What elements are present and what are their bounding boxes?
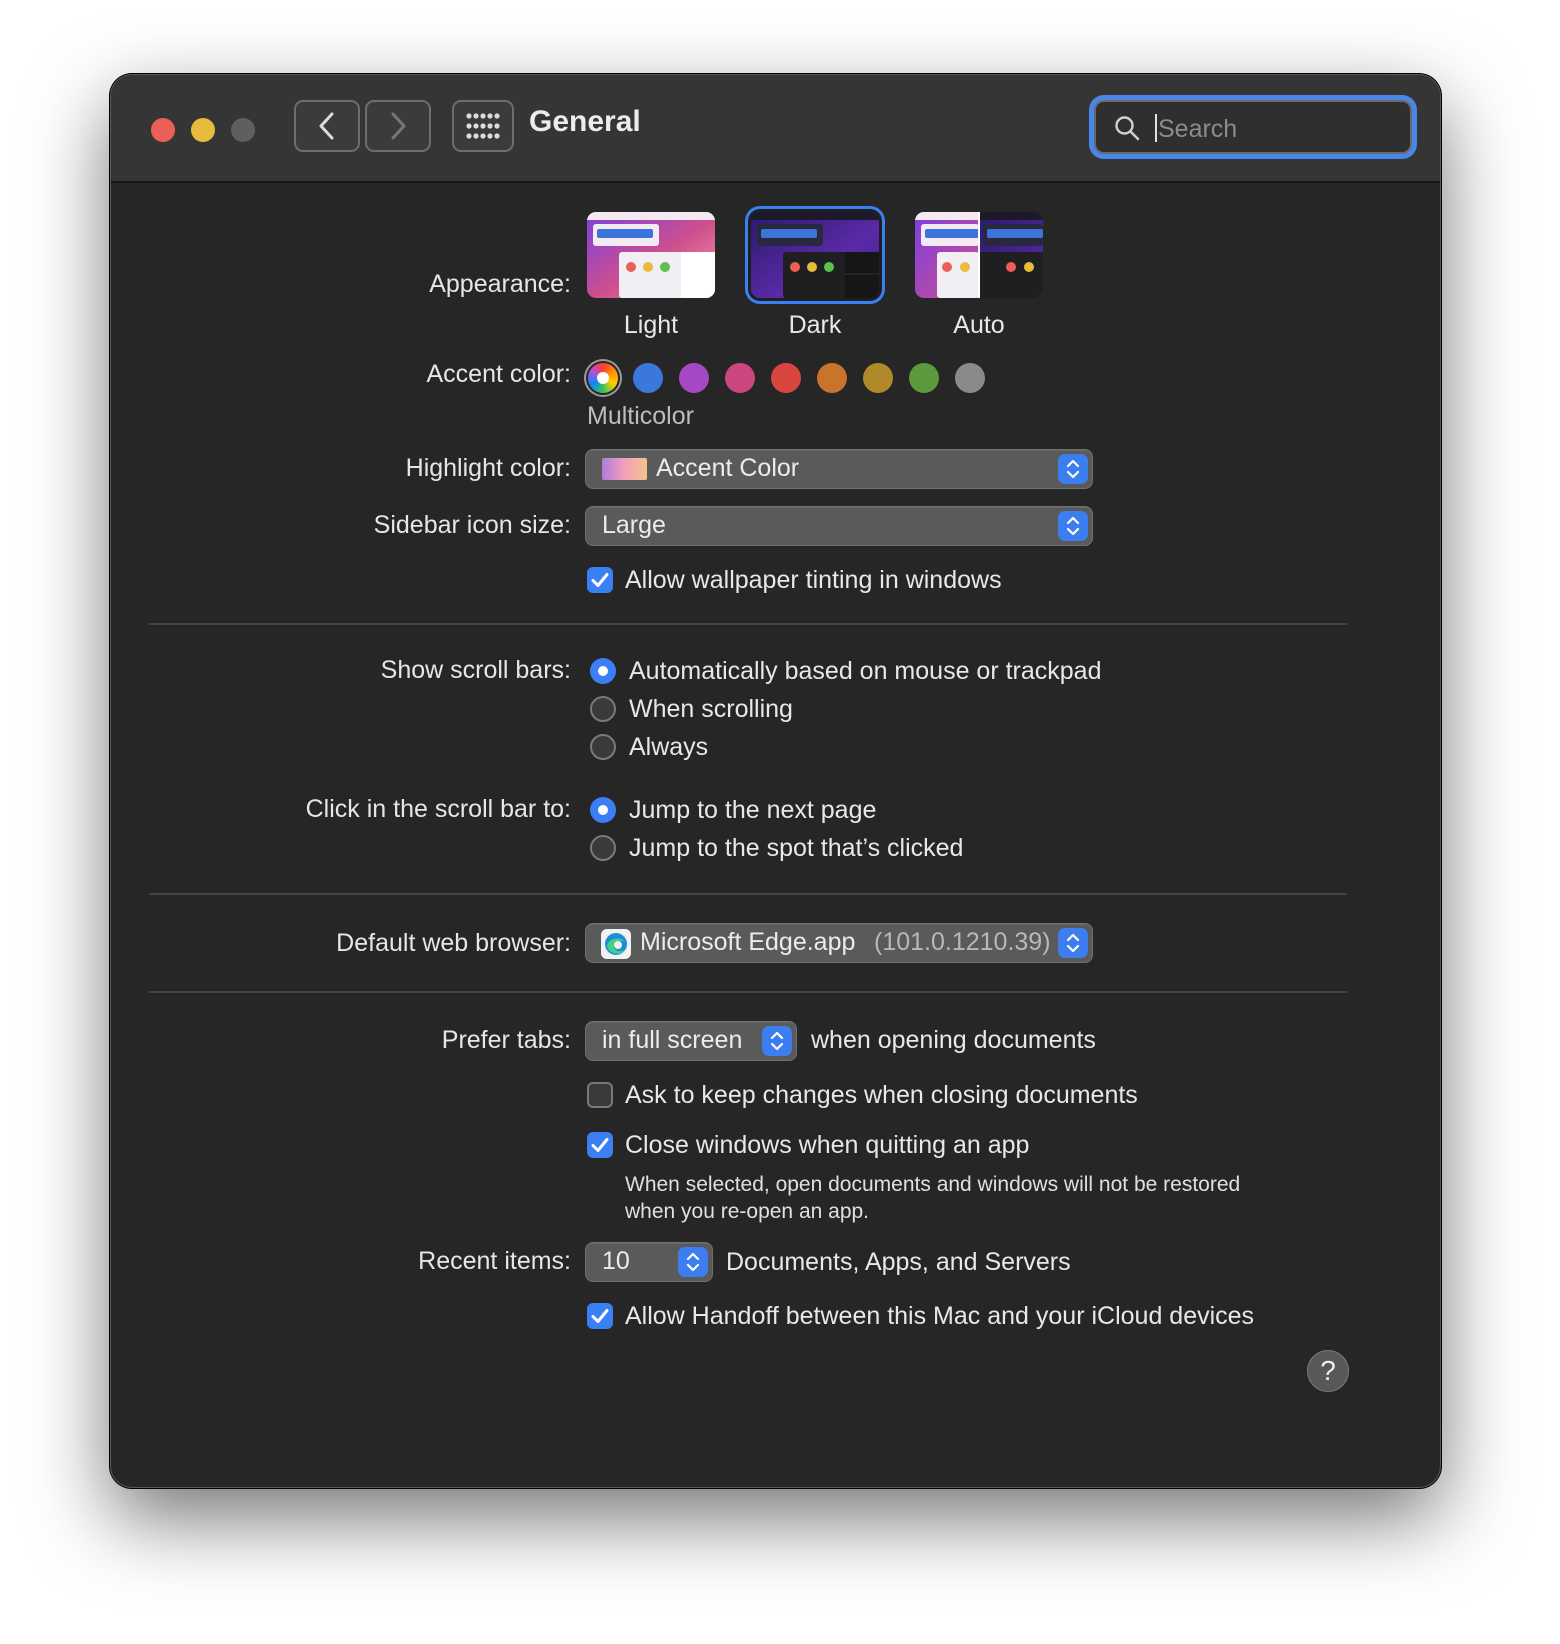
default-browser-popup[interactable]: Microsoft Edge.app (101.0.1210.39) xyxy=(585,923,1093,963)
search-field[interactable] xyxy=(1094,100,1412,154)
click-scroll-next-page-radio[interactable] xyxy=(590,797,616,823)
stepper-arrows-icon xyxy=(1058,928,1088,958)
appearance-light-label: Light xyxy=(623,311,679,339)
checkmark-icon xyxy=(591,573,609,587)
chevron-left-icon xyxy=(319,112,334,140)
wallpaper-tinting-label: Allow wallpaper tinting in windows xyxy=(625,566,1002,594)
checkmark-icon xyxy=(591,1138,609,1152)
appearance-auto-label: Auto xyxy=(953,311,1005,339)
scroll-bars-when-scrolling-radio[interactable] xyxy=(590,696,616,722)
click-scroll-spot-clicked-radio[interactable] xyxy=(590,835,616,861)
stepper-arrows-icon xyxy=(1058,511,1088,541)
edge-browser-icon xyxy=(601,929,631,959)
stepper-arrows-icon xyxy=(762,1026,792,1056)
accent-multicolor-swatch[interactable] xyxy=(588,363,618,393)
close-windows-checkbox[interactable] xyxy=(587,1132,613,1158)
appearance-auto-thumbnail[interactable] xyxy=(915,212,1043,298)
show-scroll-bars-label: Show scroll bars: xyxy=(380,656,571,684)
accent-pink-swatch[interactable] xyxy=(725,363,755,393)
accent-orange-swatch[interactable] xyxy=(817,363,847,393)
appearance-dark-thumbnail[interactable] xyxy=(751,212,879,298)
accent-yellow-swatch[interactable] xyxy=(863,363,893,393)
recent-items-value: 10 xyxy=(602,1247,630,1275)
zoom-window-button[interactable] xyxy=(231,118,255,142)
click-scroll-bar-label: Click in the scroll bar to: xyxy=(305,795,571,823)
section-divider xyxy=(149,991,1347,993)
sidebar-icon-size-value: Large xyxy=(602,511,666,539)
scroll-bars-always-label: Always xyxy=(629,733,709,761)
minimize-window-button[interactable] xyxy=(191,118,215,142)
prefer-tabs-value: in full screen xyxy=(602,1026,743,1054)
default-browser-app: Microsoft Edge.app xyxy=(640,928,856,956)
accent-purple-swatch[interactable] xyxy=(679,363,709,393)
show-all-button[interactable] xyxy=(452,100,514,152)
grid-icon xyxy=(466,113,500,139)
scroll-bars-when-scrolling-label: When scrolling xyxy=(629,695,793,723)
dark-preview-icon xyxy=(751,212,879,298)
scroll-bars-automatic-radio[interactable] xyxy=(590,658,616,684)
handoff-checkbox[interactable] xyxy=(587,1303,613,1329)
recent-items-suffix: Documents, Apps, and Servers xyxy=(726,1248,1071,1276)
prefer-tabs-suffix: when opening documents xyxy=(811,1026,1096,1054)
search-icon xyxy=(1115,116,1140,141)
ask-keep-changes-label: Ask to keep changes when closing documen… xyxy=(625,1081,1138,1109)
section-divider xyxy=(149,623,1347,625)
default-browser-label: Default web browser: xyxy=(336,929,571,957)
system-preferences-window: General Appearance: xyxy=(110,74,1441,1488)
scroll-bars-automatic-label: Automatically based on mouse or trackpad xyxy=(629,657,1102,685)
stepper-arrows-icon xyxy=(678,1247,708,1277)
chevron-right-icon xyxy=(391,112,406,140)
stepper-arrows-icon xyxy=(1058,454,1088,484)
highlight-color-popup[interactable]: Accent Color xyxy=(585,449,1093,489)
highlight-color-label: Highlight color: xyxy=(405,454,571,482)
search-input[interactable] xyxy=(1156,110,1400,148)
title-bar: General xyxy=(111,75,1440,183)
close-windows-note-line2: when you re-open an app. xyxy=(625,1200,870,1223)
accent-red-swatch[interactable] xyxy=(771,363,801,393)
prefer-tabs-label: Prefer tabs: xyxy=(441,1026,571,1054)
wallpaper-tinting-checkbox[interactable] xyxy=(587,567,613,593)
sidebar-icon-size-label: Sidebar icon size: xyxy=(373,511,571,539)
sidebar-icon-size-popup[interactable]: Large xyxy=(585,506,1093,546)
click-scroll-spot-clicked-label: Jump to the spot that’s clicked xyxy=(629,834,964,862)
checkmark-icon xyxy=(591,1309,609,1323)
accent-selected-name: Multicolor xyxy=(587,402,694,430)
window-title: General xyxy=(529,105,641,138)
close-window-button[interactable] xyxy=(151,118,175,142)
appearance-dark-label: Dark xyxy=(788,311,842,339)
forward-button[interactable] xyxy=(365,100,431,152)
handoff-label: Allow Handoff between this Mac and your … xyxy=(625,1302,1255,1330)
accent-blue-swatch[interactable] xyxy=(633,363,663,393)
close-windows-label: Close windows when quitting an app xyxy=(625,1131,1030,1159)
close-windows-note-line1: When selected, open documents and window… xyxy=(625,1173,1241,1196)
highlight-color-swatch xyxy=(602,458,647,480)
accent-color-label: Accent color: xyxy=(426,360,571,388)
recent-items-label: Recent items: xyxy=(418,1247,571,1275)
back-button[interactable] xyxy=(294,100,360,152)
recent-items-popup[interactable]: 10 xyxy=(585,1242,713,1282)
scroll-bars-always-radio[interactable] xyxy=(590,734,616,760)
light-preview-icon xyxy=(587,212,715,298)
section-divider xyxy=(149,893,1347,895)
help-button[interactable]: ? xyxy=(1307,1350,1349,1392)
appearance-label: Appearance: xyxy=(429,270,571,298)
accent-green-swatch[interactable] xyxy=(909,363,939,393)
accent-graphite-swatch[interactable] xyxy=(955,363,985,393)
prefer-tabs-popup[interactable]: in full screen xyxy=(585,1021,797,1061)
click-scroll-next-page-label: Jump to the next page xyxy=(629,796,877,824)
ask-keep-changes-checkbox[interactable] xyxy=(587,1082,613,1108)
default-browser-version: (101.0.1210.39) xyxy=(874,928,1051,956)
auto-preview-icon xyxy=(915,212,1043,298)
highlight-color-value: Accent Color xyxy=(656,454,800,482)
appearance-light-thumbnail[interactable] xyxy=(587,212,715,298)
